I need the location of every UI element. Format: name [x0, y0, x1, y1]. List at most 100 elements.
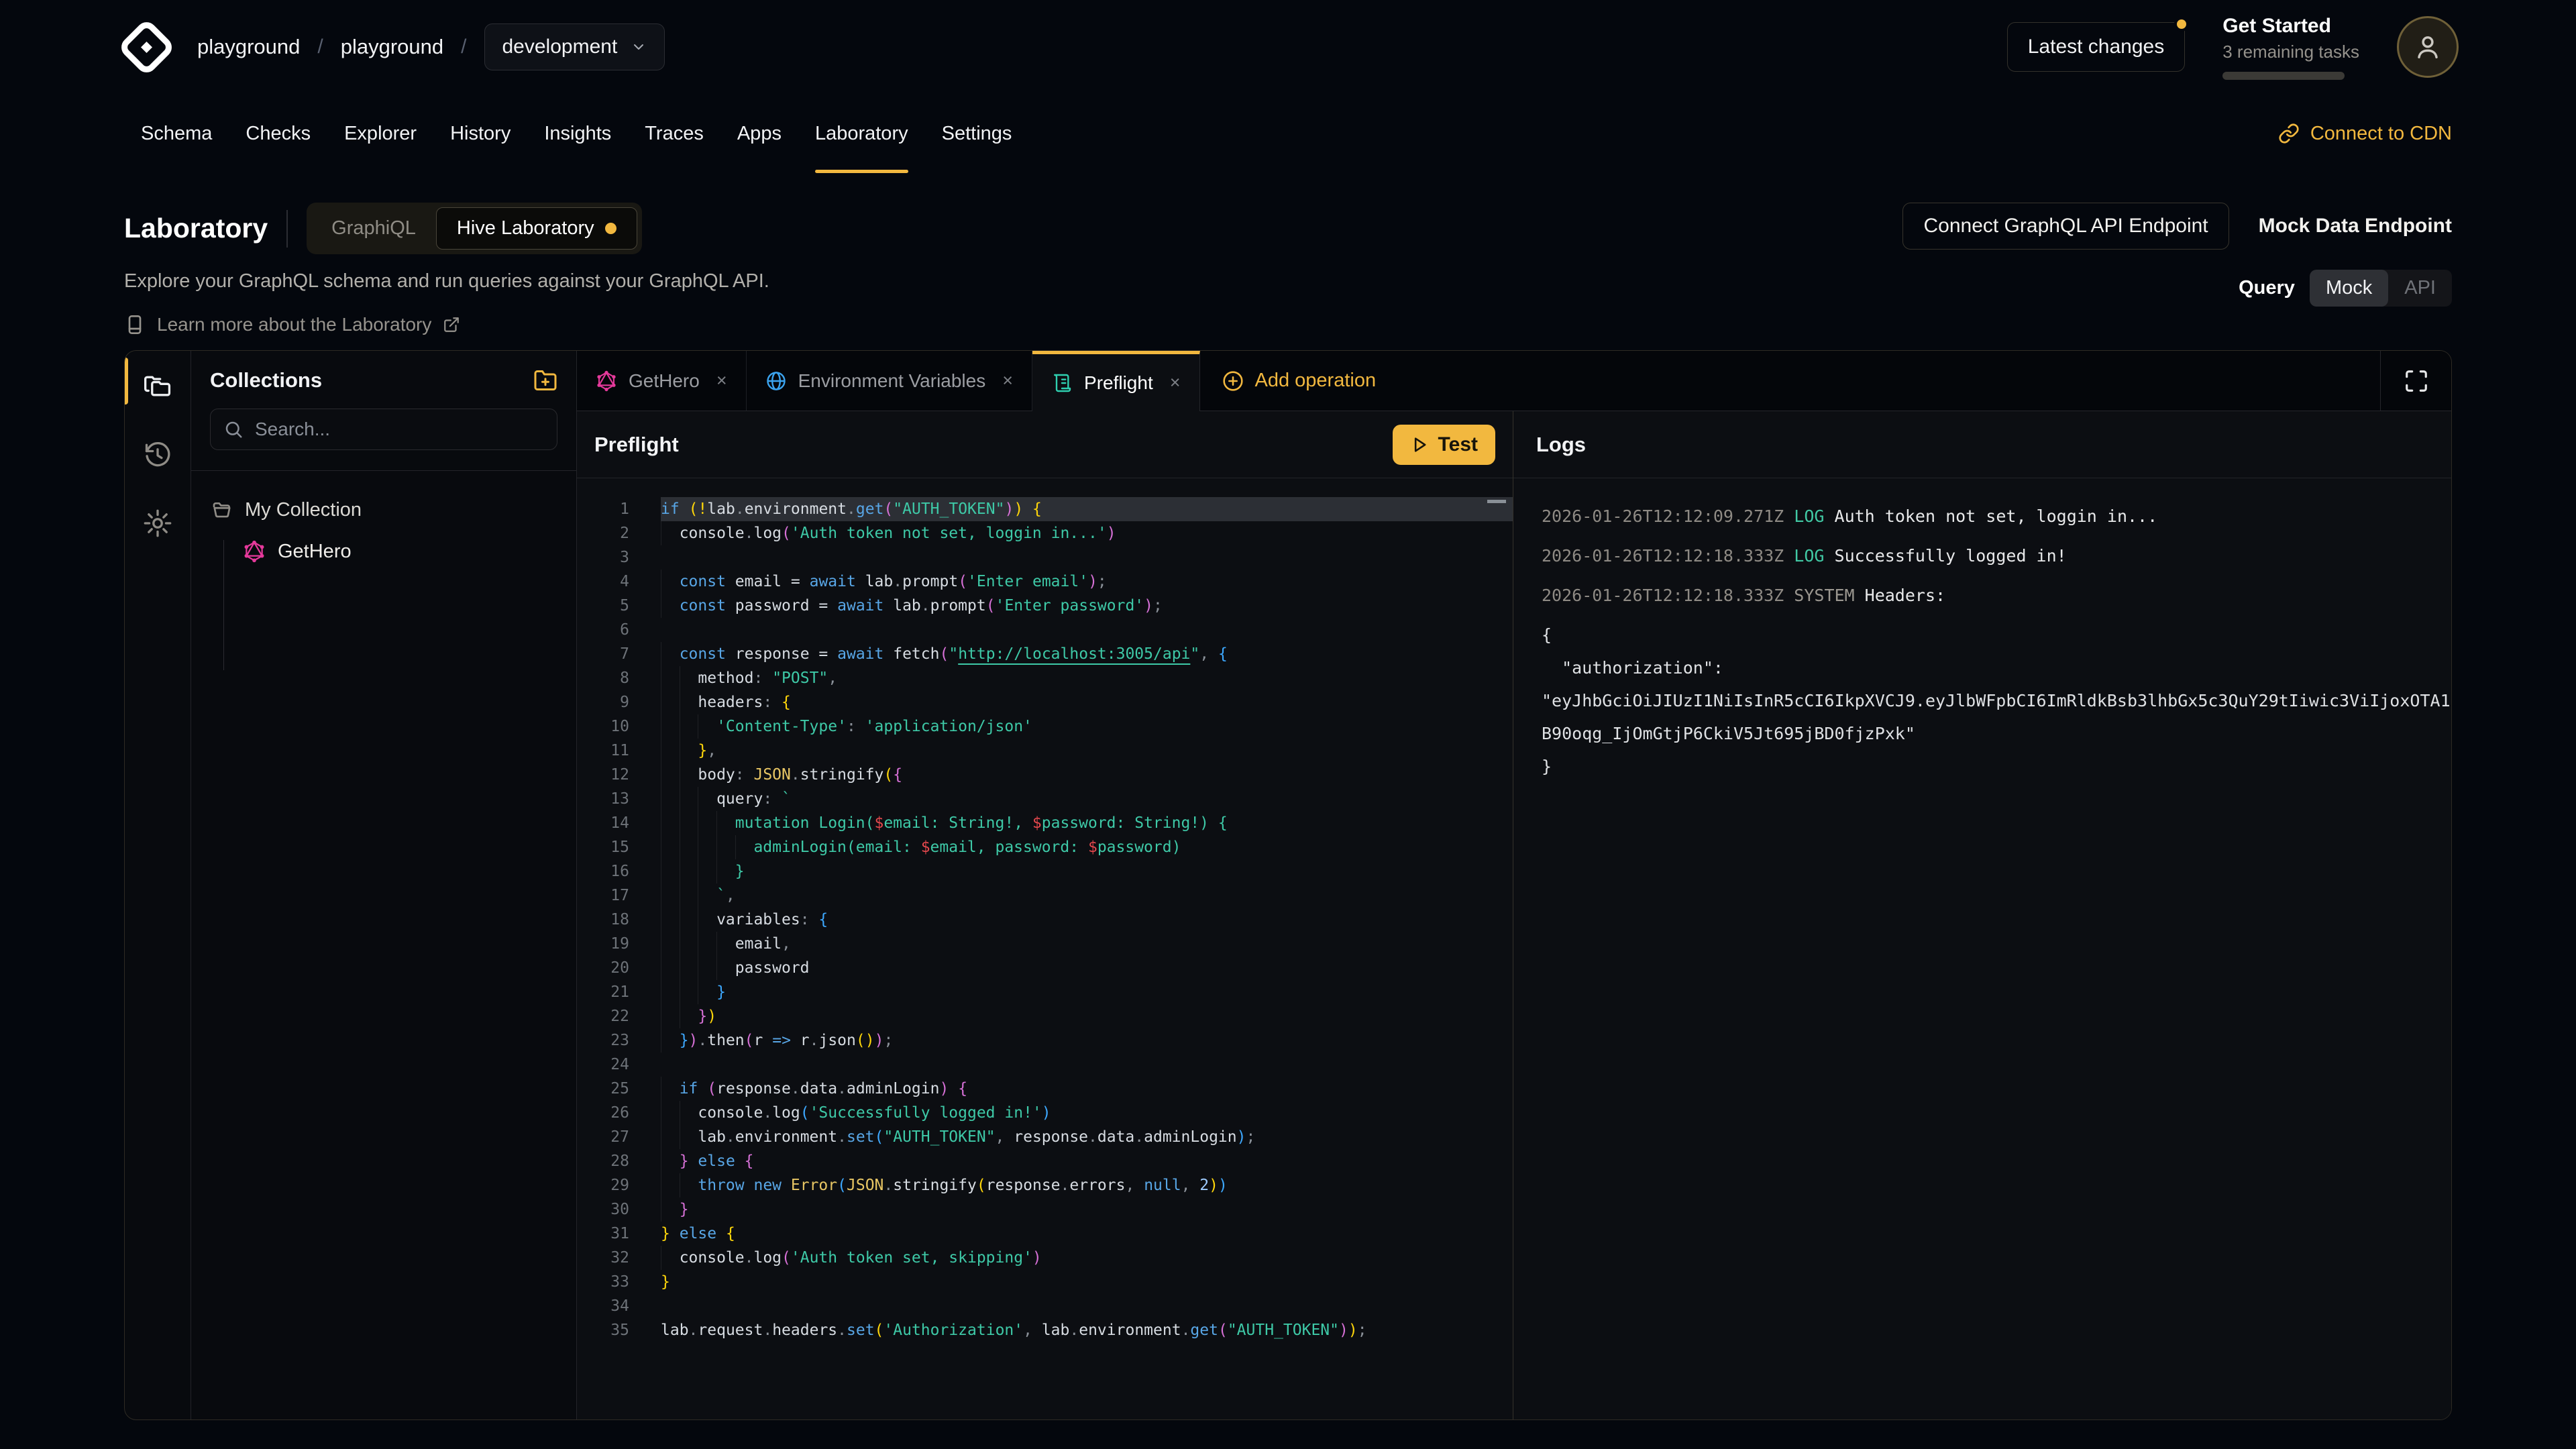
history-icon[interactable]	[141, 438, 174, 472]
nav-item-history[interactable]: History	[433, 94, 527, 173]
new-feature-dot	[605, 223, 616, 234]
code-line: 23}).then(r => r.json());	[577, 1028, 1513, 1053]
close-icon[interactable]: ×	[1170, 372, 1181, 393]
nav-item-schema[interactable]: Schema	[124, 94, 229, 173]
close-icon[interactable]: ×	[716, 370, 727, 391]
code-line: 19email,	[577, 932, 1513, 956]
hive-logo-icon	[115, 15, 178, 79]
close-icon[interactable]: ×	[1002, 370, 1013, 391]
tab-label: GetHero	[629, 370, 700, 392]
divider	[286, 210, 288, 248]
sidebar-icon-rail	[125, 351, 191, 1419]
breadcrumb-org[interactable]: playground	[197, 35, 300, 59]
code-line: 14mutation Login($email: String!, $passw…	[577, 811, 1513, 835]
nav-item-laboratory[interactable]: Laboratory	[798, 94, 925, 173]
mock-data-endpoint-button[interactable]: Mock Data Endpoint	[2259, 215, 2452, 237]
editor-title: Preflight	[594, 433, 679, 457]
query-mode-api[interactable]: API	[2388, 270, 2452, 307]
code-line: 2console.log('Auth token not set, loggin…	[577, 521, 1513, 545]
settings-gear-icon[interactable]	[141, 506, 174, 540]
latest-changes-button[interactable]: Latest changes	[2007, 22, 2185, 72]
code-line: 7const response = await fetch("http://lo…	[577, 642, 1513, 666]
line-number: 26	[577, 1101, 629, 1125]
active-rail-indicator	[125, 358, 128, 405]
code-line: 30}	[577, 1197, 1513, 1222]
line-number: 24	[577, 1053, 629, 1077]
code-line: 3	[577, 545, 1513, 570]
connect-graphql-api-endpoint-button[interactable]: Connect GraphQL API Endpoint	[1902, 203, 2229, 250]
query-mode-mock[interactable]: Mock	[2310, 270, 2388, 307]
laboratory-workspace: Collections My Collection	[124, 350, 2452, 1420]
tab-gethero[interactable]: GetHero ×	[577, 351, 747, 411]
get-started-widget[interactable]: Get Started 3 remaining tasks	[2222, 15, 2359, 80]
line-number: 9	[577, 690, 629, 714]
search-input[interactable]	[210, 409, 557, 450]
line-number: 18	[577, 908, 629, 932]
nav-item-explorer[interactable]: Explorer	[327, 94, 433, 173]
nav-item-traces[interactable]: Traces	[628, 94, 720, 173]
nav-item-insights[interactable]: Insights	[527, 94, 628, 173]
query-mode-segmented-control: Mock API	[2310, 270, 2452, 307]
new-collection-folder-plus-icon[interactable]	[533, 368, 557, 392]
plus-circle-icon	[1222, 370, 1244, 392]
connect-to-cdn-link[interactable]: Connect to CDN	[2278, 94, 2452, 173]
query-mode-label: Query	[2239, 277, 2295, 299]
add-operation-button[interactable]: Add operation	[1200, 351, 1398, 411]
folder-open-icon	[211, 500, 233, 521]
mode-option-graphiql[interactable]: GraphiQL	[311, 208, 436, 249]
tab-label: Environment Variables	[798, 370, 986, 392]
log-line: 2026-01-26T12:12:18.333Z LOG Successfull…	[1542, 539, 2451, 572]
code-line: 31} else {	[577, 1222, 1513, 1246]
code-line: 15adminLogin(email: $email, password: $p…	[577, 835, 1513, 859]
line-number: 8	[577, 666, 629, 690]
nav-item-apps[interactable]: Apps	[720, 94, 798, 173]
log-line: }	[1542, 750, 2451, 783]
logs-title: Logs	[1536, 433, 1586, 457]
log-line: 2026-01-26T12:12:09.271Z LOG Auth token …	[1542, 500, 2451, 533]
line-number: 17	[577, 883, 629, 908]
external-link-icon	[443, 316, 460, 333]
collection-folder-my-collection[interactable]: My Collection	[211, 499, 556, 521]
laboratory-header: Laboratory GraphiQL Hive Laboratory Expl…	[0, 203, 2576, 335]
get-started-progressbar	[2222, 72, 2345, 80]
logs-output: 2026-01-26T12:12:09.271Z LOG Auth token …	[1513, 478, 2451, 1419]
tab-environment-variables[interactable]: Environment Variables ×	[747, 351, 1032, 411]
learn-more-link[interactable]: Learn more about the Laboratory	[124, 314, 769, 335]
line-number: 10	[577, 714, 629, 739]
nav-item-settings[interactable]: Settings	[925, 94, 1029, 173]
line-number: 14	[577, 811, 629, 835]
line-number: 12	[577, 763, 629, 787]
breadcrumb-project[interactable]: playground	[341, 35, 443, 59]
scroll-marker	[1487, 500, 1506, 503]
breadcrumb-separator: /	[461, 36, 466, 58]
line-number: 27	[577, 1125, 629, 1149]
collection-folder-label: My Collection	[245, 499, 362, 521]
nav-item-checks[interactable]: Checks	[229, 94, 327, 173]
line-number: 30	[577, 1197, 629, 1222]
logs-panel: Logs 2026-01-26T12:12:09.271Z LOG Auth t…	[1513, 411, 2451, 1419]
line-number: 6	[577, 618, 629, 642]
code-line: 13query: `	[577, 787, 1513, 811]
line-number: 7	[577, 642, 629, 666]
top-bar: playground / playground / development La…	[0, 0, 2576, 94]
mode-option-hive-laboratory[interactable]: Hive Laboratory	[436, 207, 637, 250]
code-line: 9headers: {	[577, 690, 1513, 714]
link-icon	[2278, 123, 2300, 144]
line-number: 28	[577, 1149, 629, 1173]
avatar[interactable]	[2397, 16, 2459, 78]
tab-preflight[interactable]: Preflight×	[1032, 351, 1200, 411]
log-line: 2026-01-26T12:12:18.333Z SYSTEM Headers:	[1542, 579, 2451, 612]
fullscreen-icon[interactable]	[2380, 351, 2451, 411]
code-line: 25if (response.data.adminLogin) {	[577, 1077, 1513, 1101]
line-number: 22	[577, 1004, 629, 1028]
graphql-icon	[596, 370, 617, 392]
graphql-icon	[243, 540, 266, 563]
code-editor[interactable]: 1if (!lab.environment.get("AUTH_TOKEN"))…	[577, 478, 1513, 1419]
line-number: 1	[577, 497, 629, 521]
test-button[interactable]: Test	[1393, 425, 1495, 465]
target-selector-dropdown[interactable]: development	[484, 23, 665, 70]
tab-label: Add operation	[1255, 370, 1377, 392]
code-line: 34	[577, 1294, 1513, 1318]
operation-item-gethero[interactable]: GetHero	[243, 540, 556, 563]
collections-icon[interactable]	[141, 370, 174, 403]
